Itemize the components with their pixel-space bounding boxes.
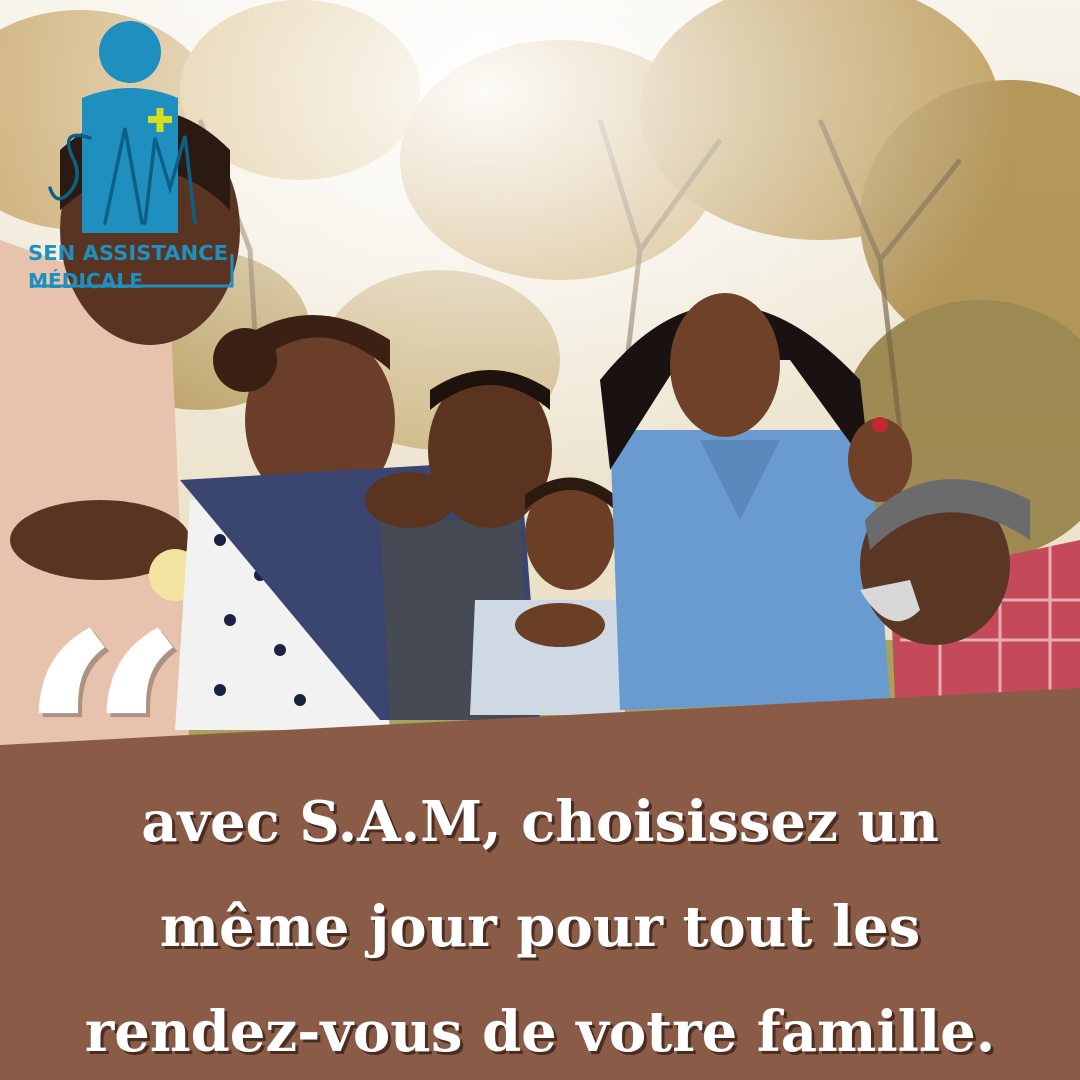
caption-line-2: même jour pour tout les	[159, 894, 921, 960]
social-post: SEN ASSISTANCE MÉDICALE “ avec S.A.M, ch…	[0, 0, 1080, 1080]
caption-text: avec S.A.M, choisissez un même jour pour…	[20, 770, 1060, 1080]
logo-head-shape	[99, 21, 161, 83]
logo-brand-line2: MÉDICALE	[28, 269, 143, 293]
logo-brand-line1: SEN ASSISTANCE	[28, 241, 228, 265]
brand-logo: SEN ASSISTANCE MÉDICALE	[20, 18, 250, 308]
caption-line-1: avec S.A.M, choisissez un	[141, 789, 939, 855]
caption-line-3: rendez-vous de votre famille.	[84, 999, 996, 1065]
